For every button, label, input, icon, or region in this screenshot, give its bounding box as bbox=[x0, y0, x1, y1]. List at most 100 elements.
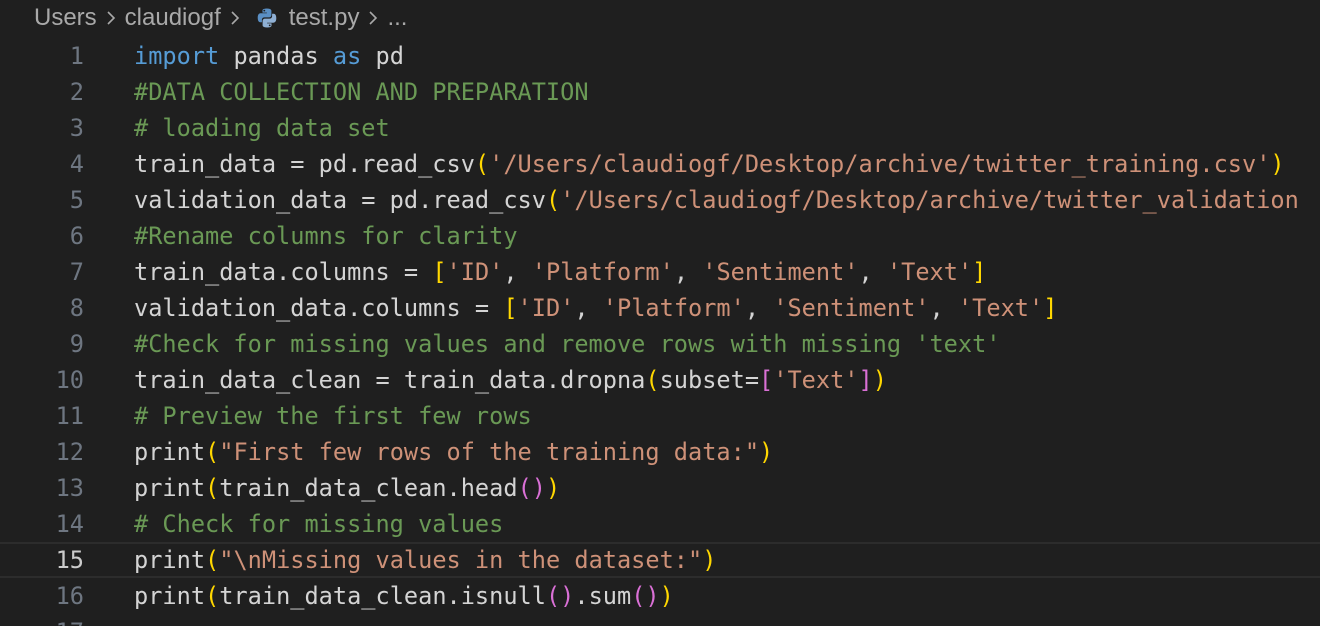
code-line[interactable]: 3 # loading data set bbox=[0, 110, 1320, 146]
line-number: 5 bbox=[69, 186, 84, 214]
code-editor[interactable]: Users claudiogf test.py ... 1 import pand… bbox=[0, 0, 1320, 626]
code-line[interactable]: 11 # Preview the first few rows bbox=[0, 398, 1320, 434]
code-token: , bbox=[929, 294, 958, 322]
python-file-icon bbox=[255, 6, 279, 30]
code-token: "\nMissing values in the dataset:" bbox=[219, 546, 703, 574]
code-line[interactable]: 17 bbox=[0, 614, 1320, 626]
code-line[interactable]: 9 #Check for missing values and remove ro… bbox=[0, 326, 1320, 362]
code-line-content[interactable]: #Check for missing values and remove row… bbox=[134, 326, 1000, 362]
code-token: ( bbox=[545, 186, 561, 214]
code-token: train_data.columns = bbox=[134, 258, 433, 286]
code-token: ) bbox=[759, 438, 774, 466]
code-line-content[interactable]: print("First few rows of the training da… bbox=[134, 434, 773, 470]
code-token: #DATA COLLECTION AND PREPARATION bbox=[134, 78, 589, 106]
breadcrumb: Users claudiogf test.py ... bbox=[0, 0, 1320, 36]
code-line[interactable]: 2 #DATA COLLECTION AND PREPARATION bbox=[0, 74, 1320, 110]
line-number: 10 bbox=[55, 366, 84, 394]
code-line[interactable]: 4 train_data = pd.read_csv('/Users/claudi… bbox=[0, 146, 1320, 182]
code-line-content[interactable]: #DATA COLLECTION AND PREPARATION bbox=[134, 74, 589, 110]
breadcrumb-item-more[interactable]: ... bbox=[387, 4, 407, 32]
code-line-content[interactable]: # Check for missing values bbox=[134, 506, 503, 542]
line-number: 12 bbox=[55, 438, 84, 466]
code-token: , bbox=[858, 258, 887, 286]
breadcrumb-item-users[interactable]: Users bbox=[34, 4, 97, 32]
code-token: ) bbox=[1270, 150, 1285, 178]
code-line-content[interactable]: train_data.columns = ['ID', 'Platform', … bbox=[134, 254, 986, 290]
line-number: 7 bbox=[69, 258, 84, 286]
code-token: ] bbox=[858, 366, 873, 394]
breadcrumb-item-file[interactable]: test.py bbox=[289, 4, 360, 32]
code-line[interactable]: 16 print(train_data_clean.isnull().sum()) bbox=[0, 578, 1320, 614]
code-token: () bbox=[631, 582, 660, 610]
code-token: .sum bbox=[574, 582, 632, 610]
code-line-content[interactable]: train_data = pd.read_csv('/Users/claudio… bbox=[134, 146, 1285, 182]
code-line[interactable]: 7 train_data.columns = ['ID', 'Platform',… bbox=[0, 254, 1320, 290]
code-token: () bbox=[545, 582, 575, 610]
code-line[interactable]: 5 validation_data = pd.read_csv('/Users/c… bbox=[0, 182, 1320, 218]
code-line-content[interactable]: # Preview the first few rows bbox=[134, 398, 532, 434]
code-token: 'ID' bbox=[517, 294, 575, 322]
chevron-right-icon bbox=[99, 6, 123, 30]
code-token: validation_data.columns = bbox=[134, 294, 504, 322]
code-token: train_data_clean.isnull bbox=[219, 582, 546, 610]
code-line[interactable]: 14 # Check for missing values bbox=[0, 506, 1320, 542]
code-token: ( bbox=[205, 582, 220, 610]
code-token: # Check for missing values bbox=[134, 510, 504, 538]
code-token: , bbox=[673, 258, 703, 286]
code-token: ( bbox=[205, 438, 220, 466]
code-token: #Check for missing values and remove row… bbox=[134, 330, 1001, 358]
code-line-content[interactable]: print("\nMissing values in the dataset:"… bbox=[134, 542, 716, 578]
code-token: 'Platform' bbox=[602, 294, 745, 322]
code-token: ) bbox=[545, 474, 561, 502]
code-token: # loading data set bbox=[134, 114, 390, 142]
code-token: , bbox=[503, 258, 532, 286]
code-token: [ bbox=[759, 366, 774, 394]
code-token: validation_data = pd.read_csv bbox=[134, 186, 546, 214]
code-token: () bbox=[517, 474, 546, 502]
code-line[interactable]: 10 train_data_clean = train_data.dropna(s… bbox=[0, 362, 1320, 398]
code-line[interactable]: 12 print("First few rows of the training … bbox=[0, 434, 1320, 470]
code-token: pandas bbox=[219, 42, 333, 70]
code-token: 'Text' bbox=[773, 366, 859, 394]
code-token: 'Sentiment' bbox=[773, 294, 930, 322]
code-token: subset= bbox=[659, 366, 760, 394]
code-token: 'ID' bbox=[446, 258, 504, 286]
code-line[interactable]: 1 import pandas as pd bbox=[0, 38, 1320, 74]
line-number: 2 bbox=[69, 78, 84, 106]
code-line-content[interactable]: print(train_data_clean.isnull().sum()) bbox=[134, 578, 674, 614]
line-number: 11 bbox=[55, 402, 84, 430]
code-line-content[interactable]: # loading data set bbox=[134, 110, 390, 146]
code-token: 'Text' bbox=[957, 294, 1044, 322]
code-line[interactable]: 13 print(train_data_clean.head()) bbox=[0, 470, 1320, 506]
line-number: 17 bbox=[0, 614, 84, 626]
chevron-right-icon bbox=[223, 6, 247, 30]
code-line-content[interactable]: validation_data = pd.read_csv('/Users/cl… bbox=[134, 182, 1299, 218]
code-token: ] bbox=[972, 258, 987, 286]
line-number: 13 bbox=[55, 474, 84, 502]
code-token: [ bbox=[503, 294, 518, 322]
code-token: 'Text' bbox=[886, 258, 973, 286]
code-token: 'Sentiment' bbox=[702, 258, 859, 286]
code-line[interactable]: 8 validation_data.columns = ['ID', 'Platf… bbox=[0, 290, 1320, 326]
line-number: 8 bbox=[69, 294, 84, 322]
code-line[interactable]: 6 #Rename columns for clarity bbox=[0, 218, 1320, 254]
code-area[interactable]: 1 import pandas as pd 2 #DATA COLLECTION AN… bbox=[0, 38, 1320, 626]
line-number: 6 bbox=[69, 222, 84, 250]
code-line-content[interactable]: print(train_data_clean.head()) bbox=[134, 470, 560, 506]
code-token: 'Platform' bbox=[531, 258, 674, 286]
code-line-content[interactable]: validation_data.columns = ['ID', 'Platfo… bbox=[134, 290, 1057, 326]
code-token: import bbox=[134, 42, 220, 70]
code-token: , bbox=[574, 294, 603, 322]
code-line-content[interactable]: import pandas as pd bbox=[134, 38, 404, 74]
code-line-content[interactable]: #Rename columns for clarity bbox=[134, 218, 518, 254]
breadcrumb-item-claudiogf[interactable]: claudiogf bbox=[125, 4, 221, 32]
code-token: train_data_clean.head bbox=[219, 474, 518, 502]
code-token: "First few rows of the training data:" bbox=[219, 438, 760, 466]
code-token: train_data = pd.read_csv bbox=[134, 150, 475, 178]
code-line[interactable]: 15 print("\nMissing values in the dataset… bbox=[0, 542, 1320, 578]
code-token: ) bbox=[872, 366, 887, 394]
code-token: print bbox=[134, 438, 206, 466]
code-line-content[interactable]: train_data_clean = train_data.dropna(sub… bbox=[134, 362, 887, 398]
code-token: #Rename columns for clarity bbox=[134, 222, 518, 250]
code-token: ( bbox=[205, 546, 220, 574]
